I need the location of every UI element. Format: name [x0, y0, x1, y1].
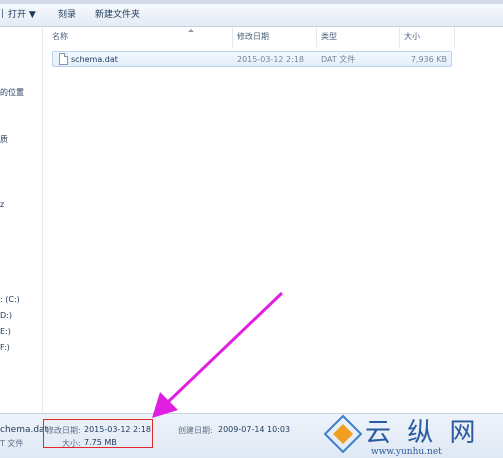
watermark-brand: 云 纵 网 — [365, 418, 480, 448]
watermark-logo-icon — [323, 414, 363, 454]
watermark: 云 纵 网 www.yunhu.net — [323, 410, 503, 457]
pointer-arrow — [152, 291, 284, 418]
watermark-url: www.yunhu.net — [371, 447, 442, 457]
